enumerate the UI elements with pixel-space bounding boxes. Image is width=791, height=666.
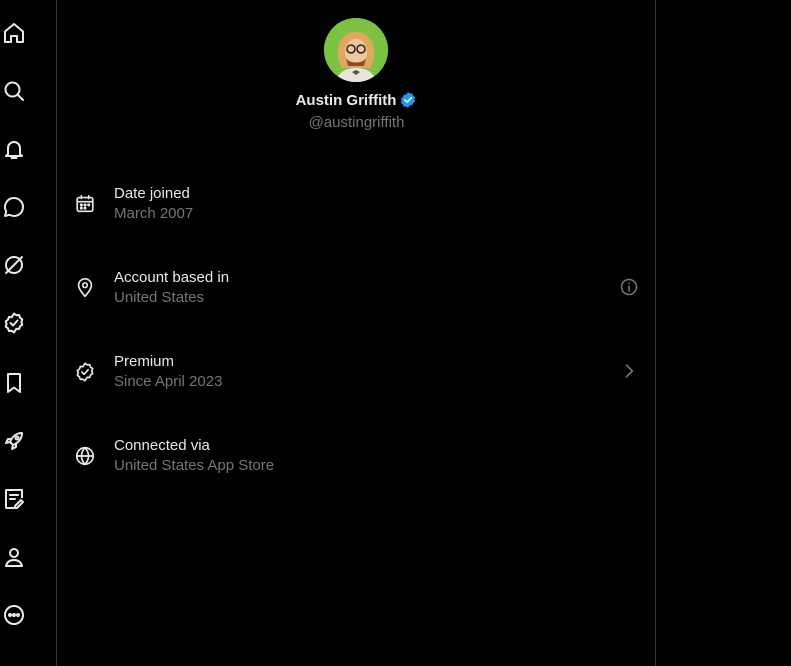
location-pin-icon [74,277,98,301]
bookmark-icon[interactable] [0,369,28,397]
search-icon[interactable] [0,77,28,105]
premium-value: Since April 2023 [114,373,223,390]
home-icon[interactable] [0,19,28,47]
account-based-label: Account based in [114,269,230,286]
profile-handle: @austingriffith [308,114,405,131]
profile-name-row: Austin Griffith [57,91,656,109]
date-joined-value: March 2007 [114,205,194,222]
connected-via-label: Connected via [114,437,210,454]
verified-icon[interactable] [0,309,28,337]
avatar[interactable] [324,18,388,82]
verified-badge-icon [401,92,416,108]
account-based-row: Account based in United States [57,269,656,337]
profile-name: Austin Griffith [295,91,397,109]
sidebar-nav [0,0,57,666]
connected-via-value: United States App Store [114,457,275,474]
grok-icon[interactable] [0,251,28,279]
premium-label: Premium [114,353,175,370]
calendar-icon [74,193,98,217]
info-icon[interactable] [619,277,639,297]
bell-icon[interactable] [0,135,28,163]
about-account-panel: Austin Griffith @austingriffith Date joi… [57,0,656,666]
profile-icon[interactable] [0,543,28,571]
globe-icon [74,445,98,469]
verified-badge-outline-icon [74,361,98,385]
connected-via-row: Connected via United States App Store [57,437,656,505]
rocket-icon[interactable] [0,427,28,455]
compose-icon[interactable] [0,485,28,513]
account-based-value: United States [114,289,205,306]
date-joined-row: Date joined March 2007 [57,185,656,253]
premium-row[interactable]: Premium Since April 2023 [57,353,656,421]
message-icon[interactable] [0,193,28,221]
chevron-right-icon[interactable] [619,361,639,381]
date-joined-label: Date joined [114,185,190,202]
more-icon[interactable] [0,601,28,629]
